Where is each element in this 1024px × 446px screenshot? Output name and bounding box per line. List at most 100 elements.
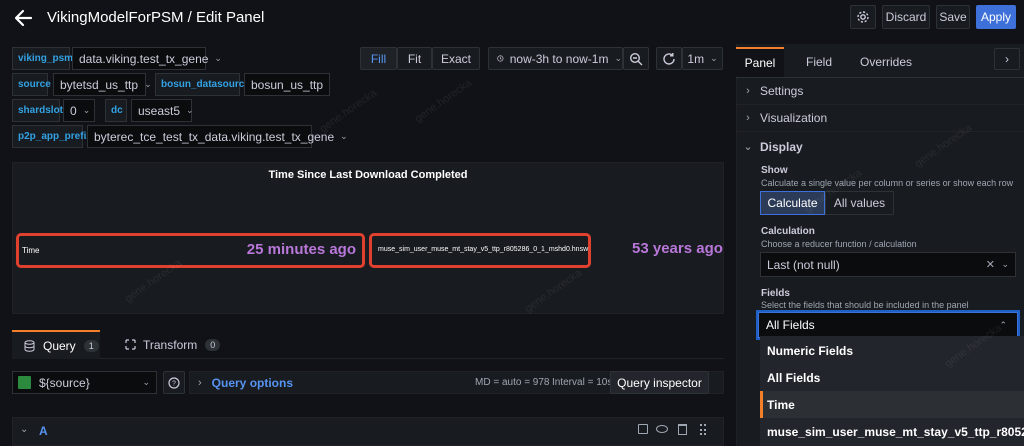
collapse-pane-button[interactable]: ›: [994, 48, 1020, 70]
query-count-badge: 1: [83, 339, 99, 352]
discard-button[interactable]: Discard: [882, 5, 930, 29]
dropdown-option-series[interactable]: muse_sim_user_muse_mt_stay_v5_ttp_r80528…: [760, 418, 1024, 446]
refresh-interval-label: 1m: [687, 51, 705, 66]
tab-transform-label: Transform: [143, 337, 198, 352]
collapse-chevron-icon[interactable]: ⌄: [20, 424, 28, 435]
dropdown-option-all-fields[interactable]: All Fields: [760, 364, 1024, 391]
stat-value: 53 years ago: [632, 240, 723, 257]
chevron-down-icon: ⌄: [142, 377, 150, 387]
query-row-a: [12, 417, 724, 446]
query-options-label: Query options: [211, 375, 294, 390]
variable-select-shardslot[interactable]: 0 ⌄: [63, 99, 95, 122]
variable-value: useast5: [138, 103, 181, 118]
fields-value: All Fields: [766, 318, 815, 332]
drag-handle-icon[interactable]: [700, 424, 706, 435]
database-icon: [24, 339, 35, 352]
variable-value: data.viking.test_tx_gene: [79, 51, 209, 66]
chevron-down-icon: ⌄: [1001, 259, 1009, 269]
calculation-description: Choose a reducer function / calculation: [761, 239, 917, 249]
section-display[interactable]: ⌄ Display: [736, 133, 1024, 160]
show-label: Show: [761, 165, 788, 176]
datasource-picker[interactable]: ${source} ⌄: [12, 371, 157, 394]
variable-select-bosun-datasource[interactable]: bosun_us_ttp: [244, 73, 330, 96]
datasource-label: ${source}: [39, 375, 90, 390]
variable-select-p2p-app-prefix[interactable]: byterec_tce_test_tx_data.viking.test_tx_…: [87, 125, 348, 148]
help-button[interactable]: ?: [163, 371, 185, 394]
chevron-right-icon: ›: [746, 112, 750, 124]
tab-panel[interactable]: Panel: [736, 47, 784, 77]
refresh-button[interactable]: [656, 47, 682, 70]
fields-label: Fields: [761, 288, 790, 299]
variable-label-viking-psm: viking_psm: [12, 47, 73, 70]
zoom-out-button[interactable]: [623, 47, 649, 70]
trash-icon[interactable]: [678, 424, 687, 435]
query-inspector-button[interactable]: Query inspector: [610, 371, 709, 394]
stat-name: Time: [22, 246, 40, 255]
section-title: Display: [760, 139, 803, 154]
stat-item-time: Time 25 minutes ago: [16, 233, 365, 268]
back-arrow-icon[interactable]: [12, 7, 34, 29]
show-description: Calculate a single value per column or s…: [761, 178, 1014, 188]
variable-select-viking-psm[interactable]: data.viking.test_tx_gene ⌄: [72, 47, 222, 70]
refresh-icon: [663, 52, 675, 65]
chevron-right-icon: ›: [198, 376, 202, 389]
chevron-down-icon: ⌄: [144, 79, 152, 89]
chevron-down-icon: ⌄: [710, 53, 718, 63]
calculation-value: Last (not null): [767, 257, 840, 272]
variable-label-p2p-app-prefix: p2p_app_prefix: [12, 125, 92, 148]
svg-text:?: ?: [172, 380, 176, 387]
section-visualization[interactable]: › Visualization: [736, 105, 1024, 132]
chevron-down-icon: ⌄: [743, 141, 753, 153]
exact-button[interactable]: Exact: [432, 47, 480, 70]
datasource-icon: [18, 376, 31, 389]
chevron-down-icon: ⌄: [186, 105, 194, 115]
page-title: VikingModelForPSM / Edit Panel: [47, 9, 265, 26]
variable-label-source: source: [12, 73, 51, 96]
variable-select-dc[interactable]: useast5 ⌄: [131, 99, 194, 122]
stat-item-series: muse_sim_user_muse_mt_stay_v5_ttp_r80528…: [369, 233, 591, 268]
tab-overrides[interactable]: Overrides: [852, 47, 920, 77]
calculation-label: Calculation: [761, 226, 815, 237]
eye-icon[interactable]: [656, 425, 668, 433]
chevron-down-icon: ⌄: [82, 105, 91, 115]
fill-button[interactable]: Fill: [360, 47, 397, 70]
dropdown-option-time[interactable]: Time: [760, 391, 1024, 418]
variable-label-shardslot: shardslot: [12, 99, 63, 122]
tab-query[interactable]: Query 1: [12, 330, 100, 359]
panel-title: Time Since Last Download Completed: [268, 169, 468, 181]
stat-name: muse_sim_user_muse_mt_stay_v5_ttp_r80528…: [378, 246, 589, 253]
chevron-down-icon: ⌄: [614, 53, 622, 63]
chevron-down-icon: ⌄: [214, 53, 222, 63]
transform-icon: [125, 339, 136, 350]
interval-text: Interval = 10s: [552, 377, 613, 388]
clear-icon[interactable]: ✕: [986, 258, 995, 271]
chevron-down-icon: ⌄: [340, 131, 348, 141]
tab-transform[interactable]: Transform 0: [115, 330, 225, 359]
chevron-right-icon: ›: [746, 85, 750, 97]
chevron-right-icon: ›: [1005, 52, 1009, 66]
tab-field[interactable]: Field: [796, 47, 842, 77]
time-range-label: now-3h to now-1m: [509, 51, 609, 66]
refresh-interval-picker[interactable]: 1m ⌄: [682, 47, 723, 70]
fields-description: Select the fields that should be include…: [761, 300, 969, 310]
header-bar: VikingModelForPSM / Edit Panel Discard S…: [0, 0, 1024, 36]
variable-value: byterec_tce_test_tx_data.viking.test_tx_…: [94, 129, 335, 144]
query-letter: A: [39, 424, 48, 438]
md-text: MD = auto = 978: [475, 377, 550, 388]
stat-value: 25 minutes ago: [246, 241, 356, 258]
variable-select-source[interactable]: bytetsd_us_ttp ⌄: [53, 73, 152, 96]
settings-button[interactable]: [850, 5, 876, 29]
tab-query-label: Query: [43, 338, 76, 353]
calculation-select[interactable]: Last (not null) ✕ ⌄: [760, 252, 1016, 277]
save-button[interactable]: Save: [936, 5, 970, 29]
time-range-picker[interactable]: now-3h to now-1m ⌄: [488, 47, 623, 70]
gear-icon: [857, 11, 869, 23]
duplicate-icon[interactable]: [638, 424, 648, 434]
fit-button[interactable]: Fit: [397, 47, 432, 70]
transform-count-badge: 0: [205, 338, 221, 351]
variable-label-dc: dc: [105, 99, 127, 122]
section-settings[interactable]: › Settings: [736, 78, 1024, 105]
zoom-out-icon: [629, 52, 643, 65]
help-icon: ?: [168, 376, 180, 389]
apply-button[interactable]: Apply: [976, 5, 1016, 29]
